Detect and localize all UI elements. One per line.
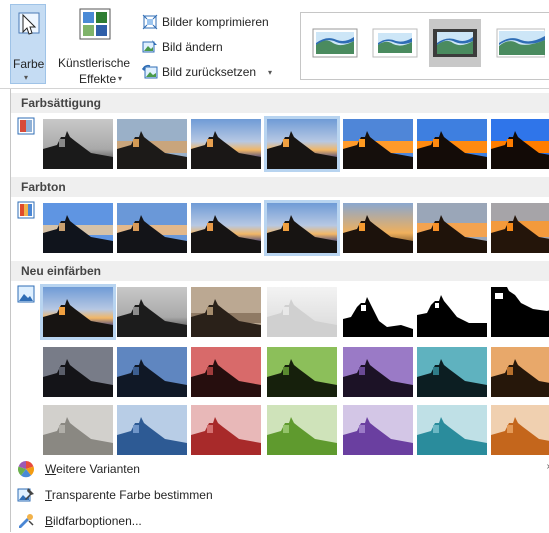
saturation-66-thumb[interactable] (191, 119, 261, 169)
recolor-sepia-thumb[interactable] (191, 287, 261, 337)
recolor-light-teal-thumb[interactable] (417, 405, 487, 455)
more-variants-icon (18, 461, 34, 478)
reset-picture-icon (142, 64, 158, 79)
kuenstlerische-effekte-button[interactable]: Künstlerische Effekte ▾ (55, 4, 135, 86)
tone-11200k-thumb[interactable] (491, 203, 549, 253)
color-picker-icon (18, 12, 40, 35)
transparent-color-icon (17, 488, 34, 502)
color-dropdown-panel: Farbsättigung Farbton Neu einfärben Weit… (10, 89, 549, 532)
recolor-bw-50-thumb[interactable] (417, 287, 487, 337)
section-header-neu-einfaerben: Neu einfärben (11, 261, 549, 281)
recolor-light-gray-thumb[interactable] (43, 405, 113, 455)
recolor-dark-orange-thumb[interactable] (491, 347, 549, 397)
tone-5300k-thumb[interactable] (117, 203, 187, 253)
recolor-bw-75-thumb[interactable] (491, 287, 549, 337)
compress-icon (142, 14, 158, 30)
recolor-dark-blue-thumb[interactable] (117, 347, 187, 397)
recolor-light-blue-thumb[interactable] (117, 405, 187, 455)
weitere-varianten-item[interactable]: Weitere Varianten › (11, 457, 549, 481)
tone-6500k-thumb-selected[interactable] (264, 200, 340, 256)
change-picture-icon (142, 40, 157, 53)
chevron-down-icon[interactable]: ▾ (268, 68, 272, 77)
tone-4700k-thumb[interactable] (43, 203, 113, 253)
picture-tools-ribbon: Farbe ▾ Künstlerische Effekte ▾ Bilder k… (0, 0, 549, 91)
recolor-none-thumb-selected[interactable] (40, 284, 116, 340)
recolor-light-orange-thumb[interactable] (491, 405, 549, 455)
bilder-komprimieren-label: Bilder komprimieren (162, 15, 269, 29)
picture-color-options-icon (19, 514, 34, 528)
saturation-100-thumb-selected[interactable] (264, 116, 340, 172)
recolor-icon (17, 285, 35, 303)
kuenstlerische-label: Künstlerische (58, 56, 131, 70)
bildfarboptionen-label: Bildfarboptionen... (45, 514, 142, 528)
recolor-dark-red-thumb[interactable] (191, 347, 261, 397)
bild-zuruecksetzen-label: Bild zurücksetzen (162, 65, 257, 79)
recolor-washout-thumb[interactable] (267, 287, 337, 337)
bilder-komprimieren-button[interactable]: Bilder komprimieren (142, 12, 269, 32)
picture-styles-gallery (300, 12, 549, 80)
saturation-300-thumb[interactable] (417, 119, 487, 169)
bild-aendern-button[interactable]: Bild ändern (142, 37, 223, 57)
chevron-down-icon: ▾ (118, 74, 123, 83)
tone-7200k-thumb[interactable] (343, 203, 413, 253)
effekte-label: Effekte (79, 72, 117, 86)
picture-style-thumb[interactable] (429, 19, 481, 67)
tone-icon (17, 201, 35, 219)
saturation-icon (17, 117, 35, 135)
recolor-bw-25-thumb[interactable] (343, 287, 413, 337)
chevron-down-icon: ▾ (24, 73, 29, 82)
bild-aendern-label: Bild ändern (162, 40, 223, 54)
bildfarboptionen-item[interactable]: Bildfarboptionen... (11, 509, 142, 533)
weitere-varianten-label: Weitere Varianten (45, 462, 140, 476)
picture-style-thumb[interactable] (369, 19, 421, 67)
section-header-farbton: Farbton (11, 177, 549, 197)
saturation-33-thumb[interactable] (117, 119, 187, 169)
saturation-0-thumb[interactable] (43, 119, 113, 169)
recolor-grayscale-thumb[interactable] (117, 287, 187, 337)
farbe-label: Farbe (13, 57, 45, 71)
bild-zuruecksetzen-button[interactable]: Bild zurücksetzen ▾ (142, 62, 272, 82)
recolor-light-red-thumb[interactable] (191, 405, 261, 455)
transparente-farbe-label: Transparente Farbe bestimmen (45, 488, 213, 502)
recolor-dark-teal-thumb[interactable] (417, 347, 487, 397)
transparente-farbe-item[interactable]: Transparente Farbe bestimmen (11, 483, 213, 507)
artistic-effects-icon (79, 8, 111, 40)
recolor-light-green-thumb[interactable] (267, 405, 337, 455)
section-header-farbsaettigung: Farbsättigung (11, 93, 549, 113)
tone-5900k-thumb[interactable] (191, 203, 261, 253)
saturation-200-thumb[interactable] (343, 119, 413, 169)
picture-style-thumb[interactable] (309, 19, 361, 67)
recolor-dark-purple-thumb[interactable] (343, 347, 413, 397)
picture-style-thumb[interactable] (493, 19, 546, 67)
recolor-dark-green-thumb[interactable] (267, 347, 337, 397)
farbe-button[interactable]: Farbe ▾ (10, 4, 46, 84)
recolor-light-purple-thumb[interactable] (343, 405, 413, 455)
tone-8800k-thumb[interactable] (417, 203, 487, 253)
recolor-dark-gray-thumb[interactable] (43, 347, 113, 397)
saturation-400-thumb[interactable] (491, 119, 549, 169)
